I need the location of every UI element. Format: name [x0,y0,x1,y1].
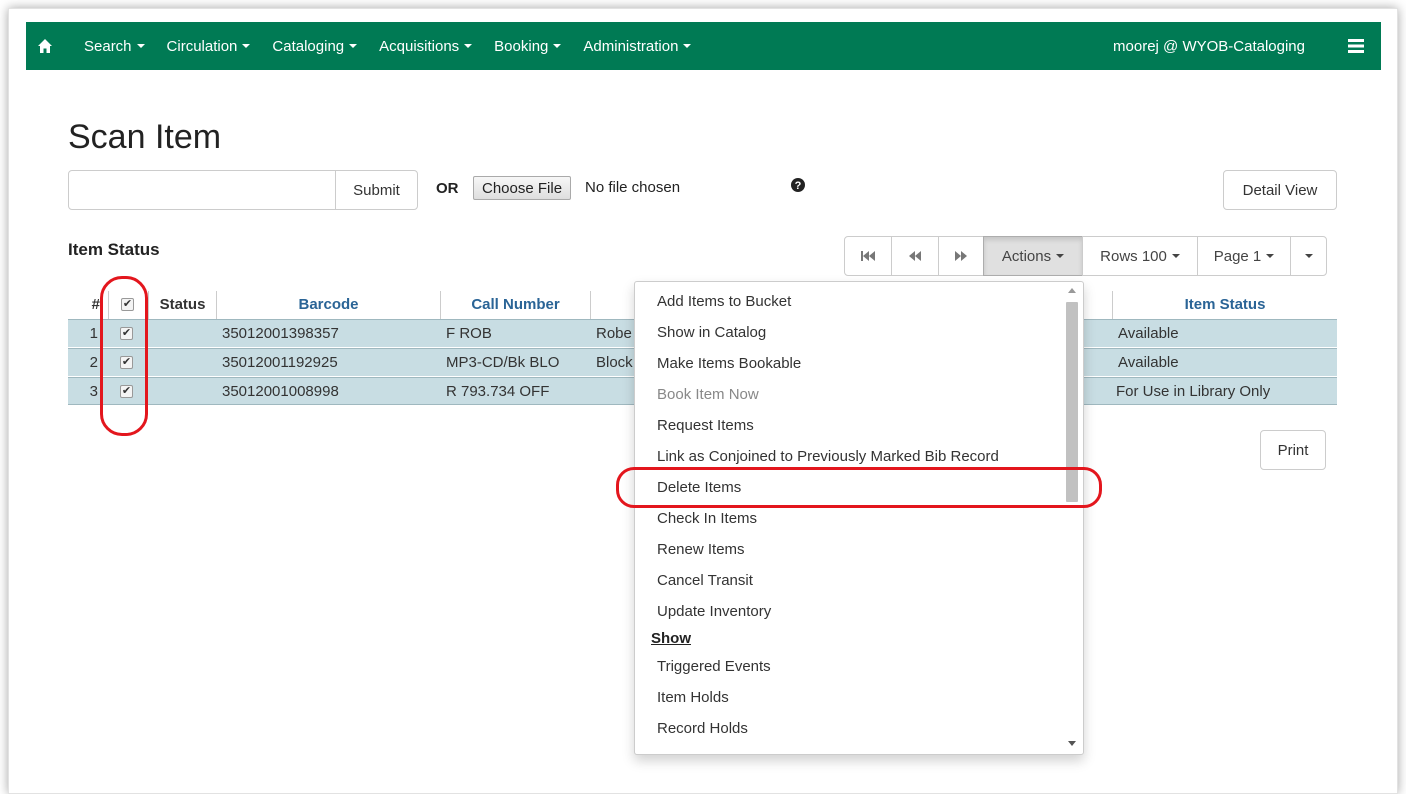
item-status-cell: Available [1118,354,1179,371]
caret-down-icon [242,44,251,48]
caret-down-icon [683,44,692,48]
title-cell: Block [596,354,633,371]
select-all-cell: ✔ [108,291,148,319]
select-all-checkbox[interactable]: ✔ [121,298,134,311]
nav-administration[interactable]: Administration [583,22,692,70]
scrollbar-thumb[interactable] [1066,302,1078,502]
previous-page-button[interactable] [891,236,939,276]
call-number-cell: R 793.734 OFF [446,383,550,400]
menu-item-request-items[interactable]: Request Items [657,416,754,436]
row-number: 2 [89,354,98,371]
row-checkbox[interactable]: ✔ [120,385,133,398]
or-label: OR [436,180,459,197]
nav-administration-label: Administration [583,37,679,55]
menu-section-show: Show [651,630,691,647]
page-select-button[interactable]: Page 1 [1197,236,1291,276]
nav-acquisitions[interactable]: Acquisitions [379,22,473,70]
caret-down-icon [136,44,145,48]
item-status-cell: Available [1118,325,1179,342]
caret-down-icon [1266,254,1275,258]
actions-label: Actions [1001,247,1052,265]
home-icon[interactable] [28,22,62,70]
nav-user[interactable]: moorej @ WYOB-Cataloging [1113,38,1305,55]
title-cell: Robe [596,325,632,342]
menu-item-triggered-events[interactable]: Triggered Events [657,657,771,677]
nav-search[interactable]: Search [84,22,145,70]
page-label: Page 1 [1213,247,1262,265]
caret-down-icon [553,44,562,48]
row-checkbox[interactable]: ✔ [120,327,133,340]
column-header-status[interactable]: Status [148,291,216,319]
column-header-item-status[interactable]: Item Status [1112,291,1337,319]
menu-item-make-bookable[interactable]: Make Items Bookable [657,354,801,374]
hamburger-menu-icon[interactable] [1339,39,1373,53]
caret-down-icon [349,44,358,48]
nav-acquisitions-label: Acquisitions [379,37,460,55]
page-title: Scan Item [68,118,222,156]
barcode-input[interactable] [68,170,336,210]
column-header-barcode[interactable]: Barcode [216,291,440,319]
barcode-cell: 35012001398357 [222,325,339,342]
grid-toolbar: Actions Rows 100 Page 1 [844,236,1327,276]
first-page-button[interactable] [844,236,892,276]
nav-booking[interactable]: Booking [494,22,562,70]
row-number: 1 [89,325,98,342]
scroll-down-icon[interactable] [1068,741,1076,746]
menu-item-item-holds[interactable]: Item Holds [657,688,729,708]
barcode-cell: 35012001008998 [222,383,339,400]
menu-item-cancel-transit[interactable]: Cancel Transit [657,571,753,591]
caret-down-icon [1304,254,1313,258]
first-page-icon [861,251,875,261]
nav-circulation-label: Circulation [166,37,238,55]
svg-text:?: ? [795,180,802,192]
menu-item-link-conjoined[interactable]: Link as Conjoined to Previously Marked B… [657,447,999,467]
rows-label: Rows 100 [1100,247,1167,265]
column-options-button[interactable] [1290,236,1327,276]
choose-file-button[interactable]: Choose File [473,176,572,200]
menu-item-delete-items[interactable]: Delete Items [657,478,741,498]
nav-search-label: Search [84,37,132,55]
menu-item-add-to-bucket[interactable]: Add Items to Bucket [657,292,791,312]
nav-booking-label: Booking [494,37,549,55]
next-page-button[interactable] [938,236,984,276]
menu-item-check-in[interactable]: Check In Items [657,509,757,529]
column-header-call-number[interactable]: Call Number [440,291,590,319]
menu-item-record-holds[interactable]: Record Holds [657,719,748,739]
print-button[interactable]: Print [1260,430,1326,470]
previous-page-icon [909,251,921,261]
next-page-icon [955,251,967,261]
caret-down-icon [1171,254,1180,258]
submit-button[interactable]: Submit [335,170,418,210]
caret-down-icon [464,44,473,48]
actions-button[interactable]: Actions [983,236,1083,276]
menu-item-update-inventory[interactable]: Update Inventory [657,602,771,622]
rows-per-page-button[interactable]: Rows 100 [1082,236,1198,276]
nav-circulation[interactable]: Circulation [167,22,251,70]
barcode-cell: 35012001192925 [222,354,338,371]
row-checkbox[interactable]: ✔ [120,356,133,369]
actions-dropdown-menu: Add Items to Bucket Show in Catalog Make… [634,281,1084,755]
call-number-cell: MP3-CD/Bk BLO [446,354,560,371]
menu-scrollbar[interactable] [1065,286,1079,748]
call-number-cell: F ROB [446,325,492,342]
column-header-number: # [91,296,100,313]
nav-cataloging-label: Cataloging [272,37,345,55]
item-status-cell: For Use in Library Only [1116,383,1271,400]
detail-view-button[interactable]: Detail View [1223,170,1337,210]
menu-item-show-in-catalog[interactable]: Show in Catalog [657,323,766,343]
section-title: Item Status [68,240,160,259]
scroll-up-icon[interactable] [1068,288,1076,293]
column-header-title[interactable] [590,291,634,319]
no-file-chosen-label: No file chosen [585,179,681,196]
menu-item-renew[interactable]: Renew Items [657,540,745,560]
help-icon[interactable]: ? [791,178,805,192]
row-number: 3 [89,383,98,400]
nav-cataloging[interactable]: Cataloging [272,22,358,70]
menu-item-book-item-now: Book Item Now [657,386,759,403]
top-navbar: Search Circulation Cataloging Acquisitio… [26,22,1381,70]
caret-down-icon [1056,254,1065,258]
